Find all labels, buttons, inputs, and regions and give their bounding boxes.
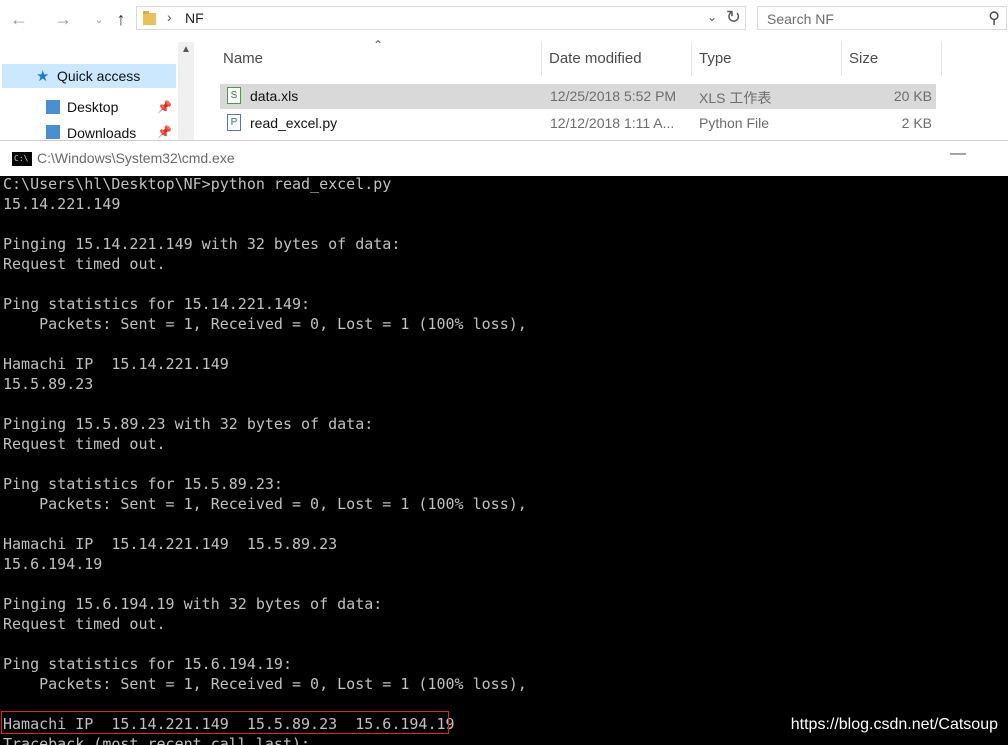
explorer-toolbar: ← → ⌄ ↑ › NF ⌄ ↻ Search NF ⚲	[0, 0, 1008, 38]
column-divider[interactable]	[841, 42, 842, 76]
file-date: 12/25/2018 5:52 PM	[550, 88, 677, 104]
console-line: Hamachi IP 15.14.221.149 15.5.89.23	[3, 535, 338, 553]
console-line: 15.6.194.19	[3, 555, 103, 573]
folder-icon	[143, 11, 156, 25]
console-line: Pinging 15.5.89.23 with 32 bytes of data…	[3, 415, 374, 433]
watermark-text: https://blog.csdn.net/Catsoup	[790, 716, 998, 733]
file-type: XLS 工作表	[699, 90, 772, 106]
file-size: 20 KB	[893, 88, 932, 104]
console-line: Ping statistics for 15.14.221.149:	[3, 295, 311, 313]
column-header-date[interactable]: Date modified	[549, 50, 642, 67]
up-arrow-icon[interactable]: ↑	[110, 8, 132, 30]
downloads-folder-icon	[46, 125, 60, 139]
breadcrumb-separator-icon: ›	[167, 9, 172, 25]
console-line: Ping statistics for 15.5.89.23:	[3, 475, 283, 493]
nav-item-label: Quick access	[57, 68, 141, 84]
console-line: Packets: Sent = 1, Received = 0, Lost = …	[3, 675, 527, 693]
console-line: Traceback (most recent call last):	[3, 735, 311, 745]
cmd-window: C:\ C:\Windows\System32\cmd.exe — C:\Use…	[0, 140, 1008, 745]
search-icon[interactable]: ⚲	[988, 8, 1000, 28]
column-divider[interactable]	[541, 42, 542, 76]
console-icon: C:\	[12, 152, 32, 166]
console-line: Ping statistics for 15.6.194.19:	[3, 655, 292, 673]
file-explorer-window: ← → ⌄ ↑ › NF ⌄ ↻ Search NF ⚲ ▲ ★ Quick a…	[0, 0, 1008, 140]
minimize-icon[interactable]: —	[950, 145, 966, 163]
console-line: Pinging 15.6.194.19 with 32 bytes of dat…	[3, 595, 383, 613]
console-line: 15.5.89.23	[3, 375, 94, 393]
refresh-icon[interactable]: ↻	[726, 7, 741, 28]
console-line: Request timed out.	[3, 435, 166, 453]
star-icon: ★	[36, 68, 50, 85]
annotation-highlight-box	[1, 711, 449, 734]
column-header-size[interactable]: Size	[849, 50, 878, 67]
file-date: 12/12/2018 1:11 A...	[550, 115, 675, 131]
file-row[interactable]: S data.xls 12/25/2018 5:52 PM XLS 工作表 20…	[220, 84, 936, 109]
column-header-type[interactable]: Type	[699, 50, 732, 67]
back-arrow-icon[interactable]: ←	[8, 8, 30, 30]
column-divider[interactable]	[691, 42, 692, 76]
recent-locations-chevron-icon[interactable]: ⌄	[88, 8, 110, 30]
console-line: 15.14.221.149	[3, 195, 121, 213]
excel-file-icon: S	[227, 87, 241, 104]
file-size: 2 KB	[901, 115, 932, 131]
nav-item-desktop[interactable]: Desktop 📌	[46, 95, 176, 119]
address-path[interactable]: NF	[185, 10, 204, 26]
cmd-title-bar[interactable]: C:\ C:\Windows\System32\cmd.exe —	[0, 140, 1008, 176]
forward-arrow-icon[interactable]: →	[52, 8, 74, 30]
console-line: Request timed out.	[3, 615, 166, 633]
console-line: Hamachi IP 15.14.221.149	[3, 355, 229, 373]
nav-item-label: Downloads	[67, 125, 137, 140]
file-name: read_excel.py	[250, 115, 338, 131]
scroll-up-icon[interactable]: ▲	[181, 44, 191, 55]
nav-item-downloads[interactable]: Downloads 📌	[46, 125, 176, 140]
sort-ascending-icon: ⌃	[373, 38, 384, 52]
address-bar[interactable]: › NF ⌄ ↻	[136, 6, 746, 30]
address-dropdown-icon[interactable]: ⌄	[707, 10, 717, 24]
console-line: C:\Users\hl\Desktop\NF>python read_excel…	[3, 176, 392, 193]
file-row[interactable]: P read_excel.py 12/12/2018 1:11 A... Pyt…	[220, 111, 936, 136]
file-name: data.xls	[250, 88, 299, 104]
pin-icon[interactable]: 📌	[157, 100, 172, 114]
python-file-icon: P	[227, 114, 241, 131]
console-line: Request timed out.	[3, 255, 166, 273]
console-output[interactable]: C:\Users\hl\Desktop\NF>python read_excel…	[0, 176, 1008, 745]
console-line: Packets: Sent = 1, Received = 0, Lost = …	[3, 315, 527, 333]
nav-pane-scrollbar[interactable]: ▲	[178, 42, 194, 140]
pin-icon[interactable]: 📌	[157, 125, 172, 139]
desktop-folder-icon	[46, 100, 60, 114]
search-box[interactable]: Search NF ⚲	[757, 6, 1007, 30]
column-divider[interactable]	[941, 42, 942, 76]
console-line: Packets: Sent = 1, Received = 0, Lost = …	[3, 495, 527, 513]
file-type: Python File	[699, 115, 770, 131]
nav-item-quick-access[interactable]: ★ Quick access	[2, 64, 176, 88]
window-title: C:\Windows\System32\cmd.exe	[37, 150, 235, 166]
console-line: Pinging 15.14.221.149 with 32 bytes of d…	[3, 235, 401, 253]
search-placeholder: Search NF	[767, 11, 834, 27]
column-header-name[interactable]: Name	[223, 50, 263, 67]
nav-item-label: Desktop	[67, 99, 119, 115]
